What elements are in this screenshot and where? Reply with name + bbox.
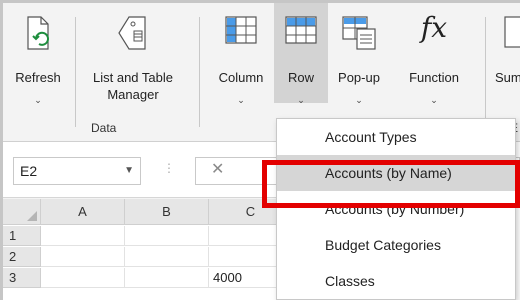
separator [75,17,76,127]
data-group-label: Data [91,121,117,135]
sum-icon [503,15,520,52]
row-table-icon [284,15,318,48]
chevron-down-icon[interactable]: ▼ [124,158,134,184]
menu-item-classes[interactable]: Classes [277,263,515,299]
sum-button[interactable]: Sum [491,3,520,123]
name-box-value: E2 [20,163,38,179]
popup-button[interactable]: Pop-up ⌄ [329,3,389,123]
tag-list-icon [117,15,149,54]
chevron-down-icon: ⌄ [237,95,245,105]
column-table-icon [224,15,258,48]
menu-item-account-types[interactable]: Account Types [277,119,515,155]
column-label: Column [218,70,264,85]
function-button[interactable]: fx Function ⌄ [396,3,472,123]
sum-label: Sum [495,70,520,85]
row-button[interactable]: Row ⌄ [274,3,328,105]
row-header-1[interactable]: 1 [3,226,41,246]
fx-icon: fx [420,11,448,44]
refresh-button[interactable]: Refresh ⌄ [9,3,67,123]
cell-a1[interactable] [41,226,125,246]
cell-a2[interactable] [41,247,125,267]
row-header-2[interactable]: 2 [3,247,41,267]
chevron-down-icon: ⌄ [430,95,438,105]
column-button[interactable]: Column ⌄ [209,3,273,123]
more-options-icon[interactable]: ⋮ [163,161,176,175]
refresh-doc-icon [24,15,52,54]
chevron-down-icon: ⌄ [297,95,305,105]
row-header-3[interactable]: 3 [3,268,41,288]
menu-item-budget-categories[interactable]: Budget Categories [277,227,515,263]
cell-b1[interactable] [125,226,209,246]
cell-a3[interactable] [41,268,125,288]
row-label: Row [287,70,314,85]
name-box[interactable]: E2 ▼ [13,157,141,185]
cell-b2[interactable] [125,247,209,267]
select-all-corner[interactable] [3,199,41,225]
chevron-down-icon: ⌄ [34,95,42,105]
list-and-table-manager-button[interactable]: List and Table Manager [83,3,183,123]
chevron-down-icon: ⌄ [355,95,363,105]
row-dropdown-menu: Account Types Accounts (by Name) Account… [276,118,516,300]
column-header-a[interactable]: A [41,199,125,225]
refresh-label: Refresh [15,70,61,85]
separator [199,17,200,127]
cell-b3[interactable] [125,268,209,288]
list-and-table-manager-label: List and Table Manager [93,70,173,102]
cancel-icon[interactable]: ✕ [211,159,224,179]
popup-table-icon [341,15,377,54]
popup-label: Pop-up [338,70,380,85]
highlight-annotation-box [262,160,520,208]
function-label: Function [409,70,459,85]
column-header-b[interactable]: B [125,199,209,225]
separator [485,17,486,127]
